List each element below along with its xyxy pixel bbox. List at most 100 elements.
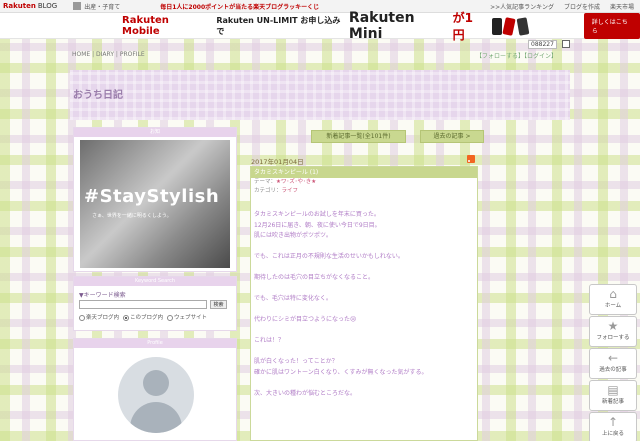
blog-title[interactable]: おうち日記 (73, 86, 123, 101)
search-header: Keyword Search (74, 277, 236, 286)
rakuten-blog-logo[interactable]: Rakuten BLOG (3, 2, 57, 10)
ad-message: Rakuten UN-LIMIT お申し込みで (216, 15, 341, 36)
access-counter: 088227 (528, 40, 557, 49)
search-input[interactable] (79, 300, 207, 309)
new-posts-side-button[interactable]: ▤ 新着記事 (589, 380, 637, 411)
new-posts-button[interactable]: 新着記事一覧(全101件) (311, 130, 406, 143)
post-body: タカミスキンピールのお試しを年末に買った。 12月26日に届き、朝、夜に使い今日で… (251, 196, 477, 399)
campaign-link[interactable]: 毎日1人に2000ポイントが当たる楽天ブログラッキーくじ (160, 2, 319, 11)
ad-product: Rakuten Mini (348, 9, 415, 42)
tool-label: 過去の記事 (599, 367, 627, 373)
scope-label: 楽天ブログ内 (86, 315, 120, 321)
nav-profile[interactable]: PROFILE (120, 51, 145, 58)
post-title[interactable]: タカミスキンピール (1) (251, 167, 477, 178)
post-paragraph (254, 326, 474, 337)
search-scope: 楽天ブログ内 このブログ内 ウェブサイト (79, 313, 207, 321)
avatar-head (143, 370, 169, 396)
tool-label: ホーム (604, 303, 622, 309)
tool-label: 新着記事 (601, 399, 624, 405)
post-category: カテゴリ：ライフ (251, 187, 477, 196)
keyword-search-box: Keyword Search ▼キーワード検索 検索 楽天ブログ内 このブログ内… (73, 276, 237, 331)
tool-label: 上に戻る (601, 431, 624, 437)
post-paragraph (254, 263, 474, 274)
counter-icon[interactable] (562, 40, 570, 48)
radio-icon (123, 314, 130, 321)
top-bar: Rakuten BLOG 出産・子育て 毎日1人に2000ポイントが当たる楽天ブロ… (0, 0, 640, 13)
arrow-left-icon: ← (607, 351, 619, 365)
category-link[interactable]: ライフ (282, 188, 299, 194)
theme-label: テーマ： (254, 179, 277, 185)
post-paragraph (254, 242, 474, 253)
post-paragraph: 次、大きいの種わが悩むところだな。 (254, 389, 357, 397)
post-paragraph: 代わりにシミが目立つようになった😢 (254, 316, 357, 323)
post-date: 2017年01月04日 (251, 158, 304, 166)
blog-post: タカミスキンピール (1) テーマ：★ワ･ズ･や･き★ カテゴリ：ライフ タカミ… (250, 166, 478, 441)
nav-home[interactable]: HOME (72, 51, 90, 58)
blog-header: おうち日記 (70, 70, 570, 120)
radio-icon (79, 314, 85, 321)
category-link[interactable]: 出産・子育て (73, 2, 120, 11)
profile-header: Profile (74, 339, 236, 348)
phone-image (490, 16, 534, 36)
theme-link[interactable]: ★ワ･ズ･や･き★ (276, 179, 316, 185)
follow-button[interactable]: ★ フォローする (589, 316, 637, 347)
home-button[interactable]: ⌂ ホーム (589, 284, 637, 315)
ad-banner[interactable]: Rakuten Mobile Rakuten UN-LIMIT お申し込みで R… (0, 9, 640, 42)
create-blog-link[interactable]: ブログを作成 (564, 2, 600, 11)
post-paragraph (254, 347, 474, 358)
logo-suffix: BLOG (37, 2, 58, 10)
post-paragraph: タカミスキンピールのお試しを年末に買った。 (254, 211, 380, 218)
scope-label: このブログ内 (130, 315, 164, 321)
scope-rakuten[interactable]: 楽天ブログ内 (79, 313, 119, 321)
avatar[interactable] (118, 357, 194, 433)
ad-brand: Rakuten Mobile (122, 14, 169, 37)
post-paragraph (254, 305, 474, 316)
post-paragraph: これは！？ (254, 337, 285, 344)
past-posts-button[interactable]: 過去の記事 > (420, 130, 484, 143)
star-icon: ★ (607, 319, 619, 333)
post-paragraph (254, 284, 474, 295)
ad-cta-button[interactable]: 詳しくはこちら (583, 12, 640, 39)
scope-this-blog[interactable]: このブログ内 (123, 313, 163, 321)
ranking-link[interactable]: >>人気記事ランキング (490, 2, 554, 11)
profile-box: Profile (73, 338, 237, 441)
post-paragraph: 肌が白くなった！ってことか？ (254, 358, 338, 365)
ichiba-link[interactable]: 楽天市場 (610, 2, 634, 11)
banner-caption: さぁ、世界を一緒に明るくしよう。 (92, 213, 172, 219)
radio-icon (167, 314, 174, 321)
post-paragraph: 確かに肌はワントーン白くなり、くすみが無くなった気がする。 (254, 368, 428, 376)
login-link[interactable]: 【ログイン】 (524, 53, 557, 60)
header-links: 【フォローする】【ログイン】 (476, 51, 557, 60)
post-paragraph: でも、毛穴は特に変化なく。 (254, 295, 332, 302)
post-theme: テーマ：★ワ･ズ･や･き★ (251, 178, 477, 187)
search-label: ▼キーワード検索 (79, 292, 126, 299)
post-paragraph (254, 378, 474, 389)
post-paragraph: 肌には吹き出物がポツポツ。 (254, 232, 332, 239)
arrow-up-icon: ↑ (607, 415, 619, 429)
notice-header: お知 (74, 128, 236, 137)
search-button[interactable]: 検索 (210, 300, 227, 309)
post-paragraph: でも、これは正月の不規則な生活のせいかもしれない。 (254, 253, 404, 260)
scope-web[interactable]: ウェブサイト (167, 313, 207, 321)
rss-icon[interactable] (467, 155, 475, 163)
ad-price: が1円 (452, 10, 473, 42)
tool-label: フォローする (596, 335, 630, 341)
list-icon: ▤ (607, 383, 619, 397)
category-label: カテゴリ： (254, 188, 282, 194)
side-tool-panel: ⌂ ホーム ★ フォローする ← 過去の記事 ▤ 新着記事 ↑ 上に戻る (589, 284, 637, 441)
staystylish-banner[interactable]: #StayStylish さぁ、世界を一緒に明るくしよう。 (80, 140, 230, 268)
home-icon: ⌂ (609, 287, 617, 301)
blog-nav: HOME | DIARY | PROFILE (72, 51, 145, 58)
back-to-top-button[interactable]: ↑ 上に戻る (589, 412, 637, 441)
follow-link[interactable]: 【フォローする】 (476, 53, 524, 60)
category-icon (73, 2, 82, 10)
post-paragraph: 12月26日に届き、朝、夜に使い今日で9日目。 (254, 221, 381, 229)
post-paragraph: 期待したのは毛穴の目立ちがなくなること。 (254, 274, 375, 281)
avatar-body (130, 402, 182, 433)
scope-label: ウェブサイト (174, 315, 208, 321)
past-posts-side-button[interactable]: ← 過去の記事 (589, 348, 637, 379)
logo-text: Rakuten (3, 2, 36, 10)
notice-box: お知 #StayStylish さぁ、世界を一緒に明るくしよう。 (73, 127, 237, 272)
category-label: 出産・子育て (84, 3, 121, 11)
nav-diary[interactable]: DIARY (96, 51, 114, 58)
